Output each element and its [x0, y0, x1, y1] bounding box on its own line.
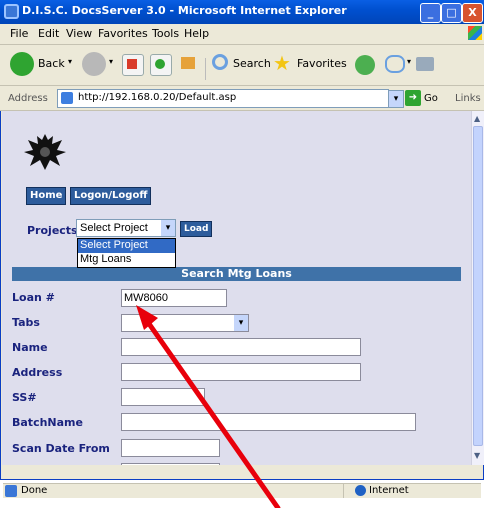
projects-label: Projects	[27, 224, 78, 237]
stop-icon[interactable]	[122, 54, 144, 76]
search-section-header: Search Mtg Loans	[12, 267, 461, 281]
maximize-button[interactable]: □	[441, 3, 462, 23]
scroll-up-icon[interactable]: ▲	[474, 114, 480, 123]
scan-date-from-label: Scan Date From	[12, 442, 110, 455]
menu-tools[interactable]: Tools	[152, 27, 179, 40]
project-select[interactable]: Select Project ▾	[76, 219, 176, 237]
chevron-down-icon[interactable]: ▾	[161, 220, 175, 236]
batchname-label: BatchName	[12, 416, 83, 429]
ie-status-icon	[5, 485, 17, 497]
page-content: Home Logon/Logoff Projects Select Projec…	[2, 111, 471, 465]
back-button-label[interactable]: Back	[38, 57, 65, 70]
loan-number-label: Loan #	[12, 291, 55, 304]
eagle-crest-logo	[24, 134, 66, 170]
status-bar-inner: Done Internet	[3, 483, 481, 498]
status-bar: Done Internet	[0, 480, 484, 508]
close-button[interactable]: X	[462, 3, 483, 23]
menu-file[interactable]: File	[10, 27, 28, 40]
loan-number-input[interactable]: MW8060	[121, 289, 227, 307]
go-button-label[interactable]: Go	[424, 93, 438, 104]
ie-icon	[4, 4, 19, 19]
project-select-value[interactable]: Select Project	[80, 222, 148, 234]
menu-favorites[interactable]: Favorites	[98, 27, 148, 40]
home-icon[interactable]	[178, 54, 198, 74]
windows-logo-icon	[468, 26, 482, 40]
mail-dropdown-icon[interactable]: ▾	[407, 57, 411, 66]
project-option-select-project[interactable]: Select Project	[78, 239, 175, 253]
project-dropdown-list[interactable]: Select Project Mtg Loans	[77, 238, 176, 268]
toolbar-divider	[205, 58, 206, 80]
address-input[interactable]: http://192.168.0.20/Default.asp	[57, 89, 389, 108]
batchname-input[interactable]	[121, 413, 416, 431]
scrollbar-thumb[interactable]	[473, 126, 483, 446]
ssn-label: SS#	[12, 391, 37, 404]
go-arrow-icon[interactable]: ➜	[405, 90, 421, 106]
history-icon[interactable]	[355, 55, 375, 75]
address-field-label: Address	[12, 366, 63, 379]
refresh-icon[interactable]	[150, 54, 172, 76]
menu-help[interactable]: Help	[184, 27, 209, 40]
search-button-label[interactable]: Search	[233, 57, 271, 70]
minimize-button[interactable]: _	[420, 3, 441, 23]
name-input[interactable]	[121, 338, 361, 356]
forward-arrow-icon[interactable]	[82, 52, 106, 76]
links-label[interactable]: Links	[455, 93, 481, 104]
scan-date-from-input[interactable]	[121, 439, 220, 457]
load-button[interactable]: Load	[180, 221, 213, 237]
menu-edit[interactable]: Edit	[38, 27, 59, 40]
menu-view[interactable]: View	[66, 27, 92, 40]
home-nav-button[interactable]: Home	[26, 187, 67, 205]
window-title: D.I.S.C. DocsServer 3.0 - Microsoft Inte…	[22, 4, 347, 17]
scan-date-to-input[interactable]	[121, 463, 220, 465]
zone-text: Internet	[369, 485, 409, 496]
chevron-down-icon[interactable]: ▾	[234, 315, 248, 331]
toolbar: Back ▾ ▾ Search ★ Favorites ▾	[0, 45, 484, 86]
address-label: Address	[8, 93, 48, 104]
address-field-input[interactable]	[121, 363, 361, 381]
forward-dropdown-icon[interactable]: ▾	[109, 57, 113, 66]
project-option-mtg-loans[interactable]: Mtg Loans	[78, 253, 175, 267]
page-icon	[61, 92, 73, 104]
ssn-input[interactable]	[121, 388, 205, 406]
back-arrow-icon[interactable]	[10, 52, 34, 76]
status-divider	[343, 484, 344, 498]
address-url[interactable]: http://192.168.0.20/Default.asp	[78, 92, 236, 103]
search-icon[interactable]	[212, 54, 228, 70]
menu-bar: File Edit View Favorites Tools Help	[0, 24, 484, 45]
vertical-scrollbar[interactable]: ▲ ▼	[471, 111, 484, 465]
scroll-down-icon[interactable]: ▼	[474, 451, 480, 460]
status-text: Done	[21, 485, 48, 496]
internet-zone-icon	[355, 485, 366, 496]
logon-logoff-button[interactable]: Logon/Logoff	[70, 187, 152, 205]
mail-icon[interactable]	[385, 55, 405, 73]
favorites-star-icon[interactable]: ★	[273, 51, 291, 75]
name-label: Name	[12, 341, 48, 354]
address-dropdown-icon[interactable]: ▾	[388, 90, 404, 108]
tabs-select[interactable]: ▾	[121, 314, 249, 332]
favorites-button-label[interactable]: Favorites	[297, 57, 347, 70]
print-icon[interactable]	[416, 57, 434, 71]
address-bar: Address http://192.168.0.20/Default.asp …	[0, 86, 484, 111]
back-dropdown-icon[interactable]: ▾	[68, 57, 72, 66]
tabs-label: Tabs	[12, 316, 40, 329]
title-bar[interactable]: D.I.S.C. DocsServer 3.0 - Microsoft Inte…	[0, 0, 484, 24]
